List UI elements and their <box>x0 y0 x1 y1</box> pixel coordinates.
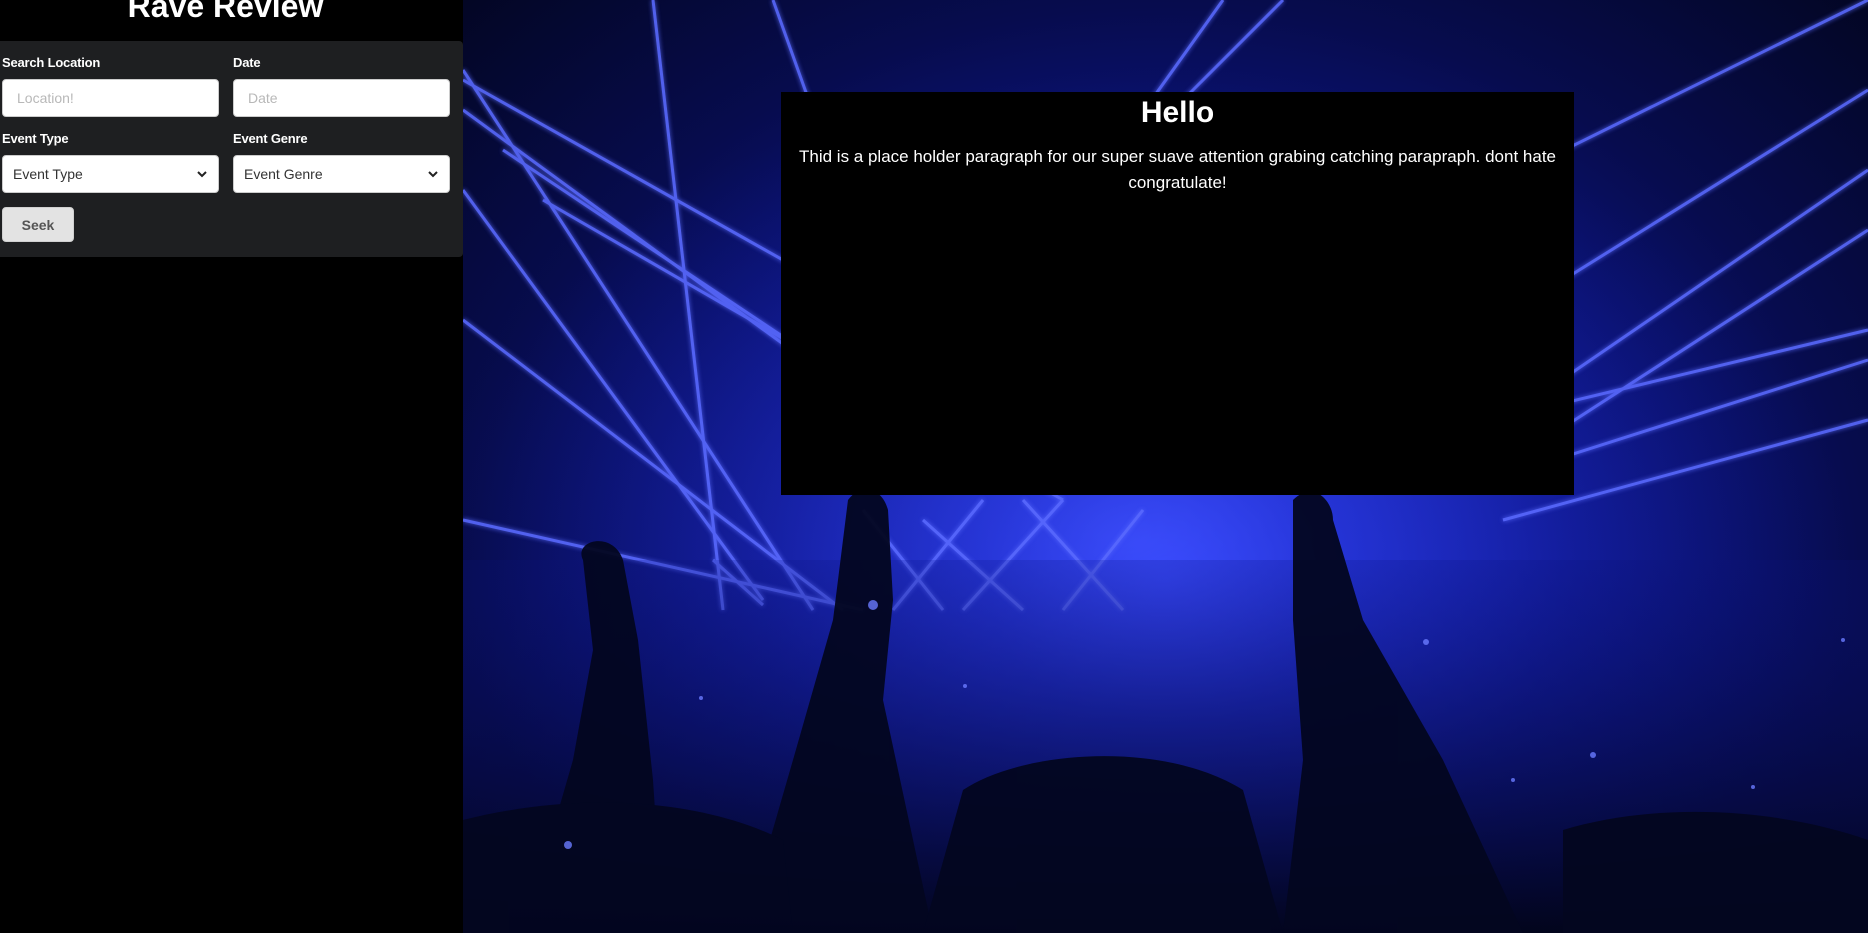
event-genre-select[interactable]: Event Genre <box>233 155 450 193</box>
event-genre-label: Event Genre <box>233 131 308 146</box>
event-type-label: Event Type <box>2 131 69 146</box>
event-type-select[interactable]: Event Type <box>2 155 219 193</box>
search-panel: Search Location Date Event Type Event Ty… <box>0 41 463 257</box>
event-type-selected: Event Type <box>13 166 83 182</box>
hello-paragraph: Thid is a place holder paragraph for our… <box>799 147 1556 192</box>
page: Rave Review Search Location Date Event T… <box>0 0 1868 933</box>
hello-card: Hello Thid is a place holder paragraph f… <box>781 92 1574 495</box>
chevron-down-icon <box>197 171 207 178</box>
event-genre-selected: Event Genre <box>244 166 323 182</box>
app-title: Rave Review <box>127 0 324 24</box>
sidebar: Rave Review Search Location Date Event T… <box>0 0 463 933</box>
hello-heading: Hello <box>1140 96 1215 129</box>
date-input[interactable] <box>233 79 450 117</box>
date-label: Date <box>233 55 261 70</box>
search-location-label: Search Location <box>2 55 101 70</box>
seek-button[interactable]: Seek <box>2 207 74 242</box>
location-input[interactable] <box>2 79 219 117</box>
chevron-down-icon <box>428 171 438 178</box>
